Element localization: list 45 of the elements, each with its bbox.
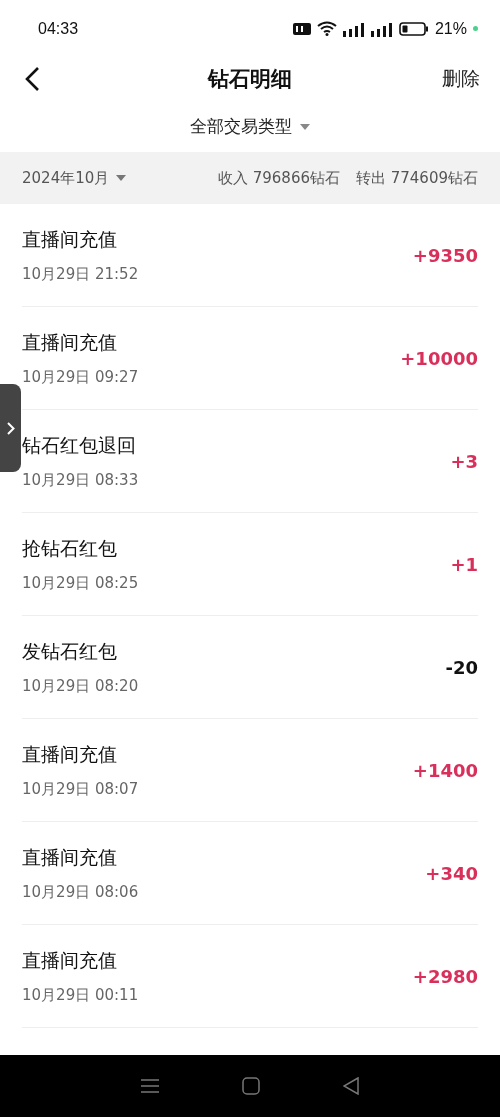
transaction-amount: -20 (445, 656, 478, 678)
transaction-time: 10月29日 08:25 (22, 573, 139, 593)
transaction-time: 10月29日 08:07 (22, 779, 139, 799)
transaction-amount: +1 (450, 553, 478, 575)
battery-percent: 21% (434, 19, 467, 38)
transaction-amount: +3 (450, 450, 478, 472)
transaction-amount: +10000 (400, 347, 478, 369)
month-dropdown[interactable]: 2024年10月 (22, 168, 127, 188)
transaction-title: 直播间充值 (22, 226, 118, 252)
transaction-title: 直播间充值 (22, 741, 118, 767)
signal-icon (370, 20, 393, 37)
transaction-time: 10月29日 08:20 (22, 676, 139, 696)
side-drawer-tab[interactable] (0, 384, 21, 472)
transaction-title: 直播间充值 (22, 947, 118, 973)
transaction-title: 直播间充值 (22, 844, 118, 870)
home-icon[interactable] (242, 1077, 260, 1095)
caret-icon (116, 175, 127, 181)
outgoing-total: 转出 774609钻石 (355, 168, 478, 188)
back-icon[interactable] (24, 66, 40, 92)
battery-icon (398, 21, 429, 36)
transaction-amount: +1400 (412, 759, 478, 781)
transaction-amount: +2980 (412, 965, 478, 987)
transaction-time: 10月29日 09:27 (22, 367, 139, 387)
type-filter-dropdown[interactable]: 全部交易类型 (190, 115, 310, 138)
page-title: 钻石明细 (208, 66, 292, 93)
wifi-icon (316, 21, 337, 36)
signal-icon (342, 20, 365, 37)
transaction-time: 10月29日 00:11 (22, 985, 139, 1005)
transaction-time: 10月29日 21:52 (22, 264, 139, 284)
status-time: 04:33 (38, 19, 79, 38)
transaction-title: 抢钻石红包 (22, 535, 118, 561)
transaction-amount: +9350 (412, 244, 478, 266)
status-dot-icon (473, 26, 478, 31)
transaction-title: 发钻石红包 (22, 638, 118, 664)
income-total: 收入 796866钻石 (217, 168, 340, 188)
back-triangle-icon[interactable] (342, 1077, 359, 1095)
transaction-time: 10月29日 08:06 (22, 882, 139, 902)
caret-icon (300, 123, 310, 130)
transaction-amount: +340 (425, 862, 478, 884)
chevron-right-icon (6, 421, 15, 435)
delete-button[interactable]: 删除 (442, 66, 480, 92)
transaction-title: 钻石红包退回 (22, 432, 137, 458)
transaction-title: 直播间充值 (22, 329, 118, 355)
menu-icon[interactable] (141, 1078, 160, 1094)
transaction-time: 10月29日 08:33 (22, 470, 139, 490)
